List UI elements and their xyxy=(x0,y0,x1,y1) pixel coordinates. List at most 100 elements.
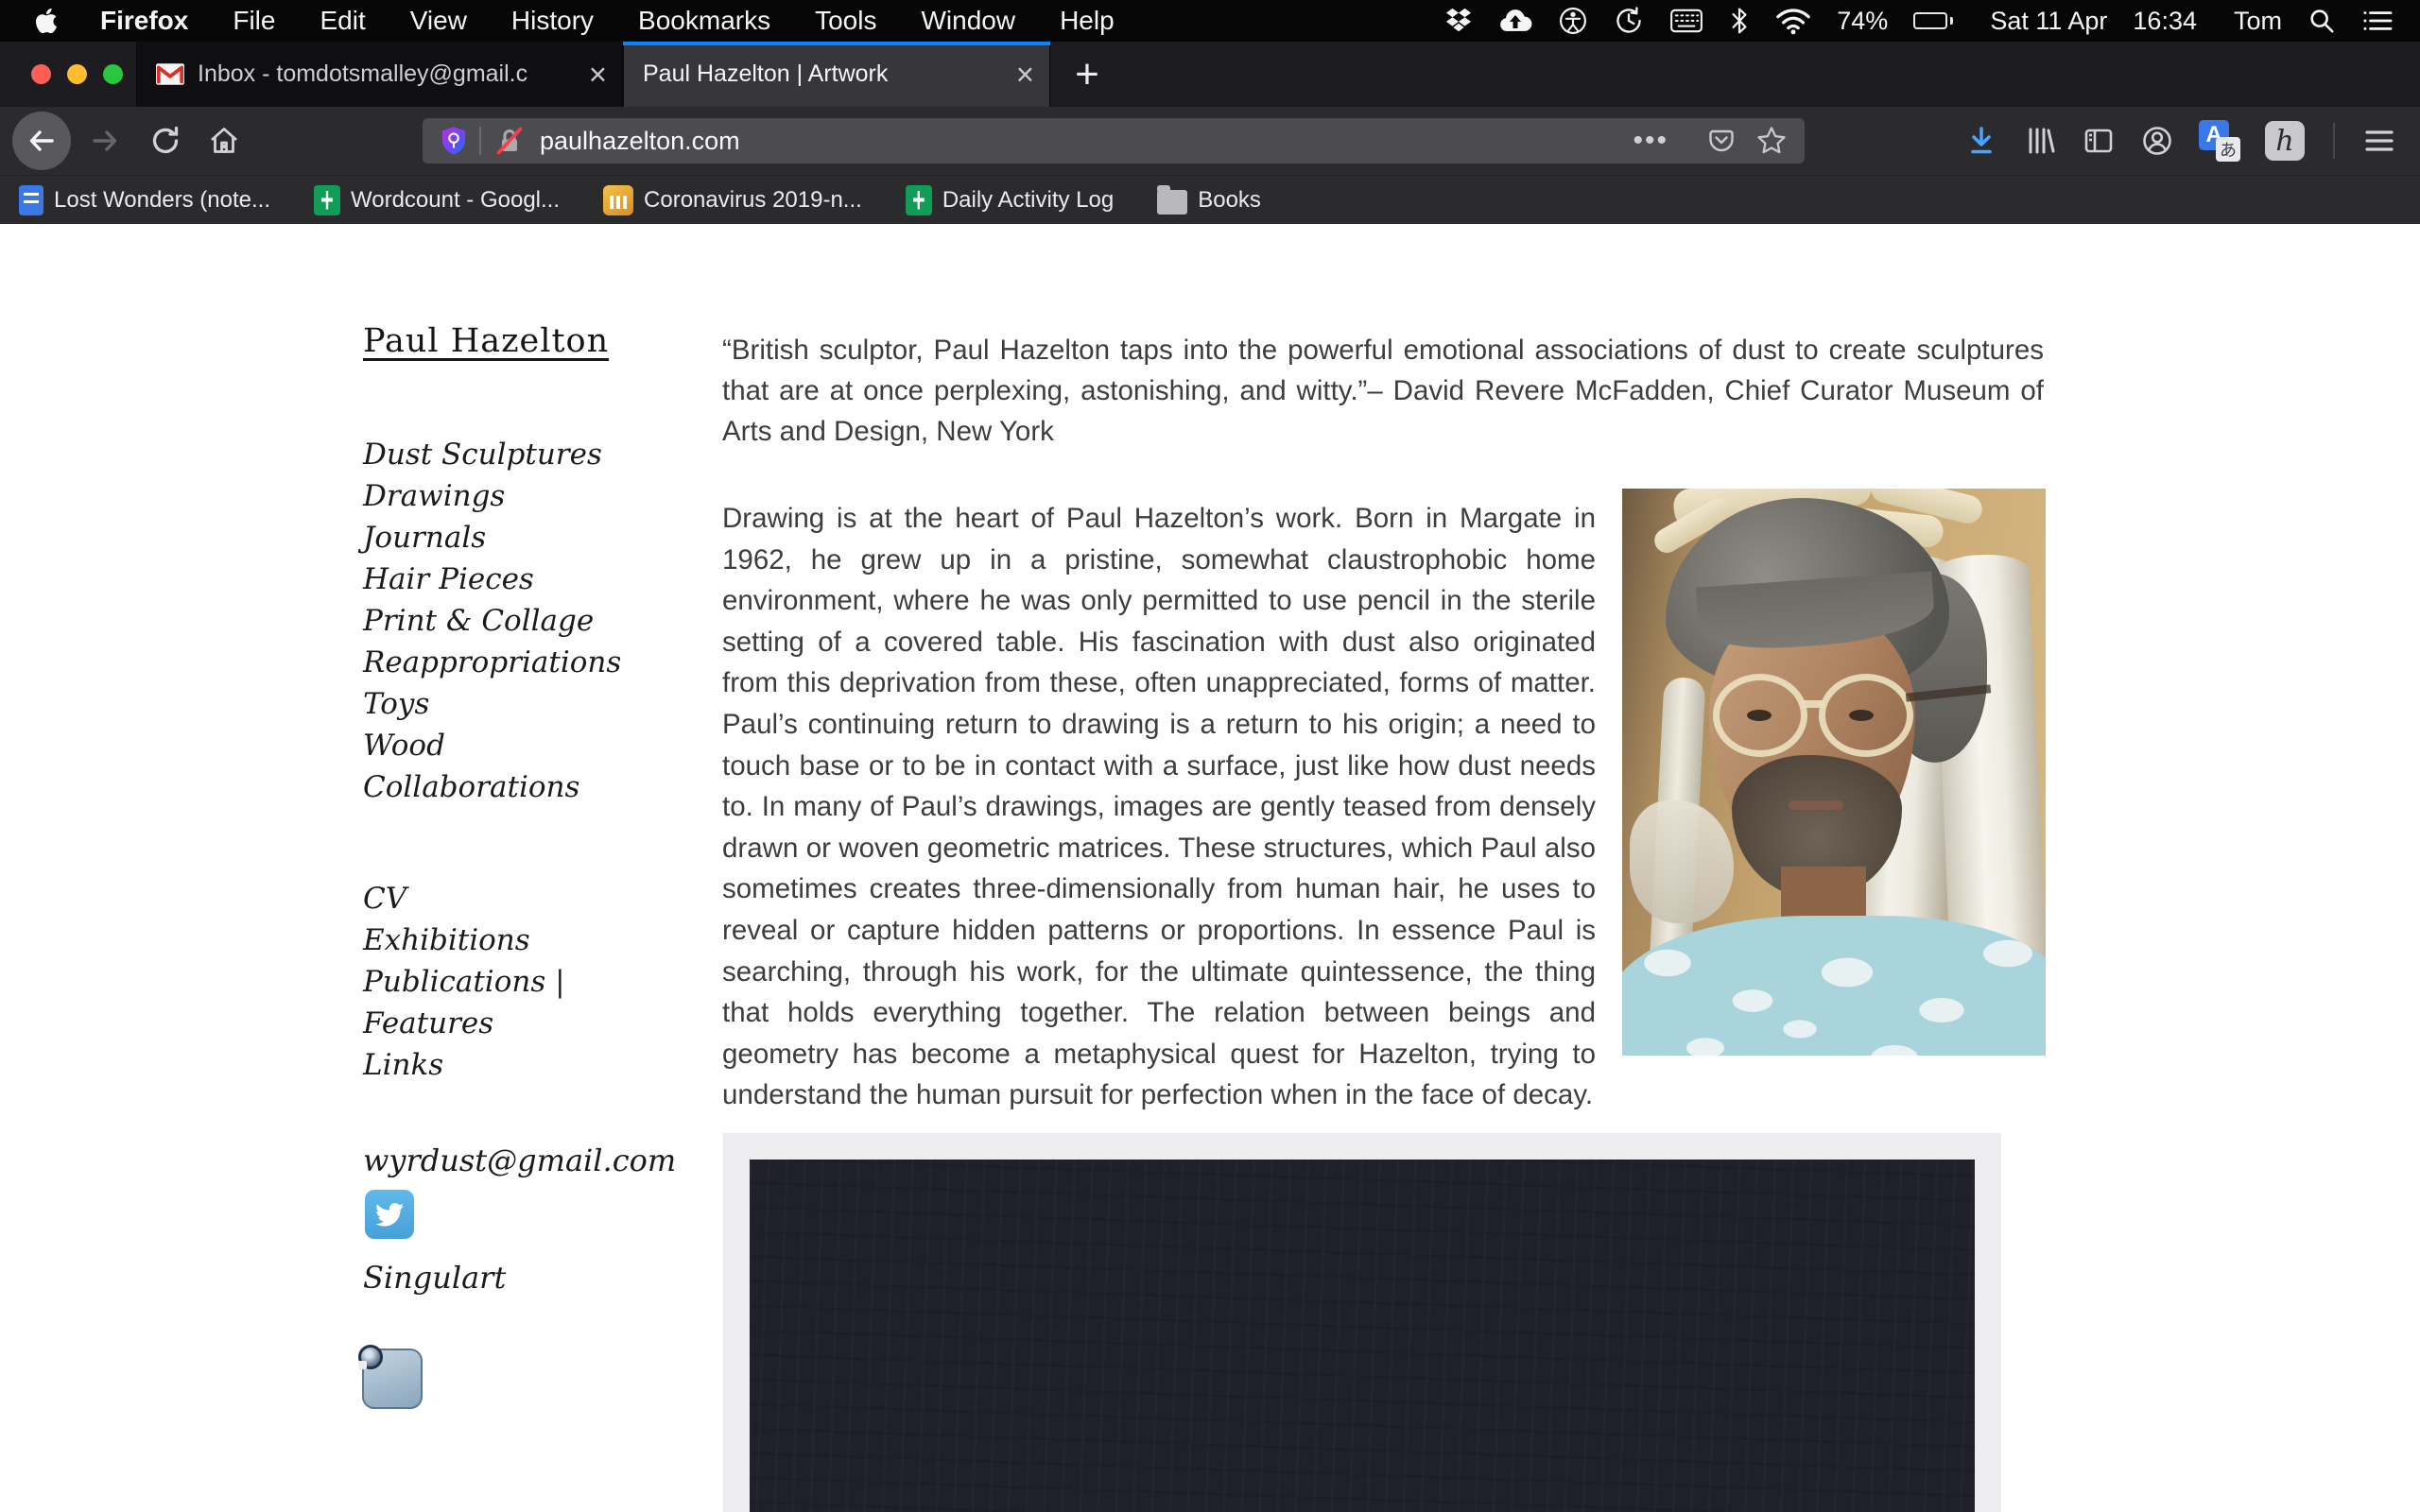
google-docs-icon xyxy=(19,185,43,215)
menu-history[interactable]: History xyxy=(511,6,594,36)
menu-firefox[interactable]: Firefox xyxy=(100,6,188,36)
back-button[interactable] xyxy=(12,112,71,170)
dropbox-icon[interactable] xyxy=(1444,8,1473,34)
account-icon[interactable] xyxy=(2140,124,2174,158)
zoom-window-button[interactable] xyxy=(103,64,123,84)
url-bar[interactable]: paulhazelton.com ••• xyxy=(423,118,1805,163)
biography-article: Drawing is at the heart of Paul Hazelton… xyxy=(722,498,2046,1116)
pull-quote: “British sculptor, Paul Hazelton taps in… xyxy=(722,330,2044,452)
bookmark-lost-wonders[interactable]: Lost Wonders (note... xyxy=(19,185,270,215)
sidebar-toggle-icon[interactable] xyxy=(2082,124,2116,158)
bookmark-star-icon[interactable] xyxy=(1755,125,1788,157)
sidebar-item-hair-pieces[interactable]: Hair Pieces xyxy=(363,558,621,600)
artist-portrait-photo xyxy=(1622,489,2046,1056)
menu-bookmarks[interactable]: Bookmarks xyxy=(638,6,770,36)
menubar-clock[interactable]: 16:34 xyxy=(2133,7,2197,36)
forward-button[interactable] xyxy=(84,125,126,157)
toolbar-separator xyxy=(2333,123,2335,159)
minimize-window-button[interactable] xyxy=(67,64,87,84)
battery-icon xyxy=(1913,12,1953,29)
tab-title: Paul Hazelton | Artwork xyxy=(643,60,1003,88)
app-menus: Firefox File Edit View History Bookmarks… xyxy=(100,6,1115,36)
sidebar-item-dust-sculptures[interactable]: Dust Sculptures xyxy=(363,434,621,475)
battery-percent-label: 74% xyxy=(1837,7,1888,36)
extension-h-icon[interactable]: h xyxy=(2265,121,2305,161)
sidebar-item-collaborations[interactable]: Collaborations xyxy=(363,766,621,808)
sidebar-nav-secondary: CV Exhibitions Publications | Features L… xyxy=(363,878,565,1086)
sidebar-item-wood[interactable]: Wood xyxy=(363,725,621,766)
translate-extension-icon[interactable]: A あ xyxy=(2199,120,2240,162)
spotlight-icon[interactable] xyxy=(2308,7,2336,35)
biography-text: Drawing is at the heart of Paul Hazelton… xyxy=(722,503,1596,1110)
insecure-lock-icon[interactable] xyxy=(494,126,525,156)
dark-artwork-image xyxy=(750,1160,1975,1512)
bookmark-folder-books[interactable]: Books xyxy=(1157,186,1261,215)
menu-window[interactable]: Window xyxy=(921,6,1015,36)
tab-gmail-inbox[interactable]: Inbox - tomdotsmalley@gmail.c × xyxy=(136,42,623,107)
sidebar-item-exhibitions[interactable]: Exhibitions xyxy=(363,919,565,961)
tab-close-icon[interactable]: × xyxy=(589,59,607,90)
folder-icon xyxy=(1157,190,1187,215)
firefox-nav-toolbar: paulhazelton.com ••• xyxy=(0,107,2420,175)
menu-tools[interactable]: Tools xyxy=(815,6,876,36)
time-machine-icon[interactable] xyxy=(1614,6,1644,36)
window-controls xyxy=(0,42,136,107)
page-actions-icon[interactable]: ••• xyxy=(1633,125,1668,157)
bookmarks-toolbar: Lost Wonders (note... Wordcount - Googl.… xyxy=(0,175,2420,224)
screen: Firefox File Edit View History Bookmarks… xyxy=(0,0,2420,1512)
cloud-upload-icon[interactable] xyxy=(1498,8,1532,34)
urlbar-separator xyxy=(479,127,481,155)
sidebar-item-drawings[interactable]: Drawings xyxy=(363,475,621,517)
instagram-icon[interactable] xyxy=(362,1349,423,1409)
reload-button[interactable] xyxy=(145,124,186,158)
firefox-tab-bar: Inbox - tomdotsmalley@gmail.c × Paul Haz… xyxy=(0,42,2420,107)
wifi-icon[interactable] xyxy=(1775,7,1811,35)
apple-menu-icon[interactable] xyxy=(34,7,59,35)
gmail-icon xyxy=(156,63,184,85)
menu-help[interactable]: Help xyxy=(1060,6,1115,36)
site-title-link[interactable]: Paul Hazelton xyxy=(363,322,609,360)
downloads-icon[interactable] xyxy=(1964,124,1998,158)
menubar-status-area: 74% Sat 11 Apr 16:34 Tom xyxy=(1444,6,2394,36)
bookmark-daily-activity-log[interactable]: Daily Activity Log xyxy=(906,185,1114,215)
menu-file[interactable]: File xyxy=(233,6,275,36)
sidebar-item-reappropriations[interactable]: Reappropriations xyxy=(363,642,621,683)
tracking-protection-shield-icon[interactable] xyxy=(440,125,468,157)
keyboard-icon[interactable] xyxy=(1669,8,1703,34)
hamburger-menu-icon[interactable] xyxy=(2363,127,2395,155)
tab-close-icon[interactable]: × xyxy=(1016,59,1034,90)
bookmark-coronavirus[interactable]: Coronavirus 2019-n... xyxy=(603,185,862,215)
sidebar-item-features[interactable]: Features xyxy=(363,1003,565,1044)
close-window-button[interactable] xyxy=(31,64,51,84)
toolbar-right-icons: A あ h xyxy=(1964,120,2395,162)
gold-chart-icon xyxy=(603,185,633,215)
menu-edit[interactable]: Edit xyxy=(320,6,365,36)
google-sheets-icon xyxy=(314,185,340,215)
artwork-figure xyxy=(723,1133,2001,1512)
library-icon[interactable] xyxy=(2023,124,2057,158)
tab-paul-hazelton[interactable]: Paul Hazelton | Artwork × xyxy=(623,42,1050,107)
menu-list-icon[interactable] xyxy=(2361,8,2394,34)
sidebar-item-print-collage[interactable]: Print & Collage xyxy=(363,600,621,642)
sidebar-item-toys[interactable]: Toys xyxy=(363,683,621,725)
bluetooth-icon[interactable] xyxy=(1729,6,1750,36)
menubar-date[interactable]: Sat 11 Apr xyxy=(1990,7,2107,36)
google-sheets-icon xyxy=(906,185,932,215)
pocket-icon[interactable] xyxy=(1706,126,1737,156)
twitter-icon[interactable] xyxy=(365,1190,414,1239)
new-tab-button[interactable]: + xyxy=(1050,42,1124,107)
contact-email[interactable]: wyrdust@gmail.com xyxy=(363,1143,676,1178)
url-text[interactable]: paulhazelton.com xyxy=(540,127,1633,156)
bookmark-wordcount[interactable]: Wordcount - Googl... xyxy=(314,185,560,215)
fast-user-switch-label[interactable]: Tom xyxy=(2234,7,2282,36)
sidebar-item-publications[interactable]: Publications | xyxy=(363,961,565,1003)
sidebar-item-links[interactable]: Links xyxy=(363,1044,565,1086)
singulart-link[interactable]: Singulart xyxy=(363,1260,506,1296)
sidebar-nav-primary: Dust Sculptures Drawings Journals Hair P… xyxy=(363,434,621,808)
macos-menubar: Firefox File Edit View History Bookmarks… xyxy=(0,0,2420,42)
sidebar-item-journals[interactable]: Journals xyxy=(363,517,621,558)
menu-view[interactable]: View xyxy=(410,6,467,36)
sidebar-item-cv[interactable]: CV xyxy=(363,878,565,919)
accessibility-icon[interactable] xyxy=(1558,6,1588,36)
home-button[interactable] xyxy=(203,124,245,158)
